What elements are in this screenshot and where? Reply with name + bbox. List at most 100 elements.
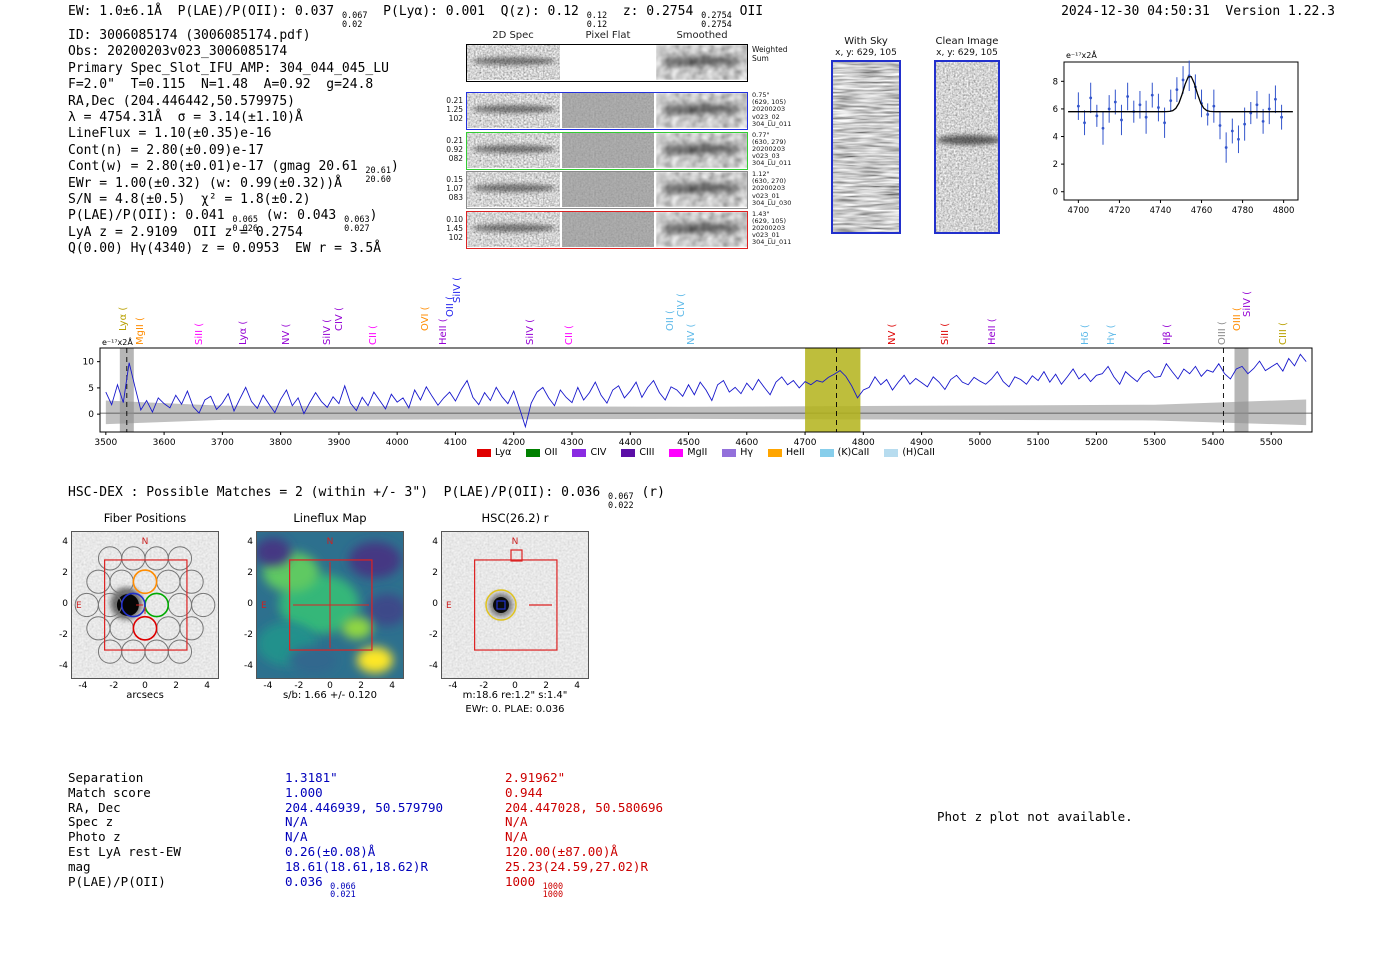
with-sky-coords: x, y: 629, 105 <box>835 48 897 58</box>
match-candidate-1-value: 204.446939, 50.579790 <box>285 799 444 815</box>
axis-tick-label: -2 <box>59 630 68 641</box>
svg-text:5: 5 <box>88 384 94 394</box>
info-line: Cont(w) = 2.80(±0.01)e-17 (gmag 20.61 20… <box>68 159 399 185</box>
line-fit-chart: 4700 4720 4740 4760 4780 4800 0 2 4 6 8 e⁻¹⁷x2Å <box>1053 49 1299 216</box>
match-field-label: Photo z <box>68 829 121 845</box>
svg-text:e⁻¹⁷x2Å: e⁻¹⁷x2Å <box>1066 49 1097 60</box>
annotation-line: 304_LU_030 <box>752 198 792 207</box>
spectral-line-label: SiIV ( <box>451 277 463 303</box>
pixel-flat-cell <box>562 132 654 168</box>
metric-value: 102 <box>448 232 463 242</box>
legend-item: MgII <box>669 447 707 458</box>
fiber-row-images <box>466 171 748 209</box>
fiber-row-annotation: 0.77" (630, 279) 20200203 v023_03 304_LU_011 <box>752 131 810 168</box>
stacked-uncertainty: 0.12 0.12 <box>586 11 608 30</box>
svg-text:0: 0 <box>1053 188 1058 198</box>
svg-text:E: E <box>261 601 267 611</box>
metric-value: 0.21 <box>446 96 463 105</box>
with-sky-title: With Sky <box>844 36 888 47</box>
fiber-row-metrics: 0.21 0.92 082 <box>437 136 463 163</box>
fiber-row-metrics: 0.15 1.07 083 <box>437 175 463 202</box>
annotation-line: 304_LU_011 <box>752 238 792 247</box>
spectral-line-label: CIV ( <box>675 293 687 317</box>
smoothed-cell <box>655 132 748 168</box>
metric-value: 1.07 <box>446 184 463 193</box>
fiber-row-images <box>466 131 748 170</box>
match-candidate-2-value: 1000 1000 1000 <box>505 873 564 901</box>
metric-value: 0.21 <box>446 135 463 145</box>
hsc-xlabel2: EWr: 0. PLAE: 0.036 <box>465 704 565 715</box>
smoothed-cell <box>655 172 748 207</box>
info-line: RA,Dec (204.446442,50.579975) <box>68 93 295 109</box>
axis-tick-label: 0 <box>247 599 253 609</box>
svg-text:6: 6 <box>1053 105 1058 115</box>
metric-value: 0.10 <box>446 214 463 224</box>
timestamp-version: 2024-12-30 04:50:31 Version 1.22.3 <box>1061 4 1335 19</box>
legend-item: CIII <box>621 447 654 458</box>
axis-tick-label: 0 <box>432 599 438 609</box>
svg-text:E: E <box>76 601 82 611</box>
axis-tick-label: 4 <box>247 536 253 547</box>
spectral-line-label: CIV ( <box>333 307 345 331</box>
stacked-uncertainty: 0.2754 0.2754 <box>701 11 732 30</box>
info-line: Primary Spec_Slot_IFU_AMP: 304_044_045_L… <box>68 60 389 76</box>
legend-swatch <box>884 448 899 457</box>
fiber-row-metrics: 0.21 1.25 102 <box>437 96 463 123</box>
spec2d-panel: 2D Spec Pixel Flat Smoothed Weighted Sum… <box>446 30 811 260</box>
match-candidate-2-value: 0.944 <box>505 784 543 800</box>
svg-text:e⁻¹⁷x2Å: e⁻¹⁷x2Å <box>102 336 133 347</box>
metric-value: 102 <box>448 114 463 123</box>
svg-text:4780: 4780 <box>1232 206 1254 216</box>
svg-text:4: 4 <box>1053 133 1058 143</box>
legend-item: (K)CaII <box>819 447 869 458</box>
fiber-row-metrics: 0.10 1.45 102 <box>437 215 463 242</box>
svg-text:N: N <box>142 537 149 547</box>
spectrum-legend: Lyα OII CIV CIII MgII Hγ HeII (K)CaII (H)CaII <box>100 447 1312 458</box>
legend-item: HeII <box>768 447 805 458</box>
info-line: P(LAE)/P(OII): 0.041 0.065 0.026 (w: 0.04… <box>68 208 378 234</box>
spectral-line-label: OIII ( <box>1232 307 1244 331</box>
smoothed-cell <box>655 45 748 80</box>
hsc-cutout-image: NE <box>441 531 589 679</box>
fiber-row-images <box>466 92 748 130</box>
stacked-uncertainty: 1000 1000 <box>542 881 564 901</box>
svg-text:4720: 4720 <box>1109 206 1131 216</box>
match-candidate-2-value: 204.447028, 50.580696 <box>505 799 664 815</box>
stacked-uncertainty: 0.067 0.022 <box>608 492 634 511</box>
axis-tick-label: 2 <box>62 567 68 578</box>
legend-swatch <box>722 448 737 457</box>
pixel-flat-cell <box>562 45 654 80</box>
match-table-row: Spec z N/A N/A <box>68 814 818 829</box>
stacked-uncertainty: 0.067 0.02 <box>341 11 368 30</box>
catalog-match-header: HSC-DEX : Possible Matches = 2 (within +… <box>68 485 665 511</box>
weighted-sum-row <box>466 44 748 82</box>
summary-header: EW: 1.0±6.1Å P(LAE)/P(OII): 0.037 0.067 0… <box>68 4 764 30</box>
legend-item: OII <box>526 447 557 458</box>
svg-text:N: N <box>327 537 334 547</box>
metric-value: 1.45 <box>446 223 463 233</box>
axis-tick-label: 2 <box>247 567 253 578</box>
smoothed-cell <box>655 93 748 128</box>
smoothed-cell <box>655 211 748 247</box>
fiber-cutout-image: NE <box>71 531 219 679</box>
clean-image <box>934 60 1000 234</box>
axis-tick-label: -4 <box>244 661 253 672</box>
full-spectrum-chart: 3500 3600 3700 3800 3900 4000 4100 4200 4300 4400… <box>83 336 1313 448</box>
fiber-row-annotation: 1.12" (630, 270) 20200203 v023_01 304_LU_030 <box>752 170 810 207</box>
clean-image-title: Clean Image <box>935 36 999 47</box>
annotation-line: 304_LU_011 <box>752 119 792 128</box>
info-line: EWr = 1.00(±0.32) (w: 0.99(±0.32))Å <box>68 175 342 191</box>
fiber-row-images <box>466 210 748 249</box>
axis-tick-label: -4 <box>59 661 68 672</box>
match-field-label: Separation <box>68 770 144 785</box>
svg-text:8: 8 <box>1053 77 1058 87</box>
metric-value: 082 <box>448 153 463 163</box>
metric-value: 0.15 <box>446 175 463 184</box>
info-line: LineFlux = 1.10(±0.35)e-16 <box>68 126 272 142</box>
match-candidate-1-value: 0.036 0.066 0.021 <box>285 873 356 901</box>
spec2d-cell <box>467 211 561 247</box>
spec2d-col-title: Smoothed <box>676 30 728 41</box>
lineflux-cutout-image: NE <box>256 531 404 679</box>
clean-image-coords: x, y: 629, 105 <box>936 48 998 58</box>
match-field-label: Match score <box>68 784 151 800</box>
